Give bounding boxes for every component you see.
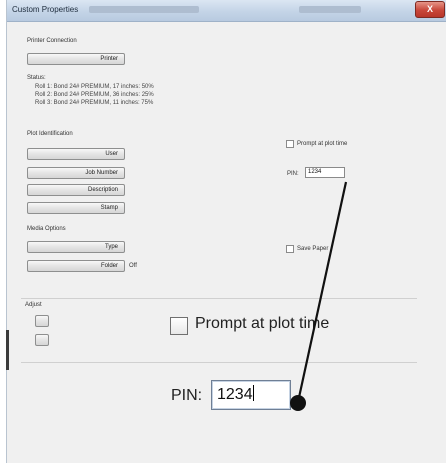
callout-pointer-dot <box>290 395 306 411</box>
callout-pointer-icon <box>290 181 348 411</box>
callout-pointer-line <box>296 181 348 403</box>
